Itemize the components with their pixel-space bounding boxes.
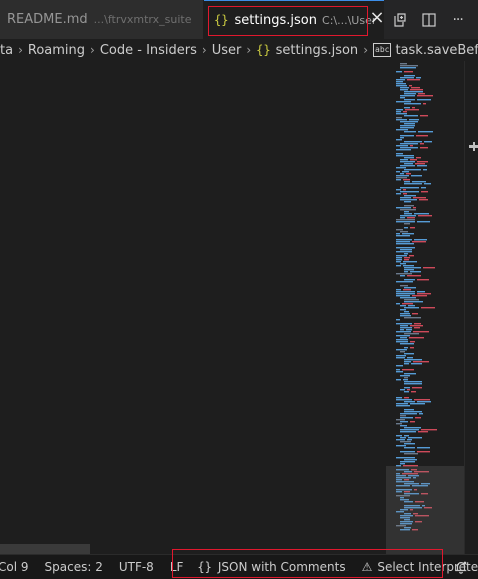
chevron-right-icon: › xyxy=(18,43,23,57)
status-indentation[interactable]: Spaces: 2 xyxy=(45,555,103,579)
editor-text-area[interactable] xyxy=(0,61,386,544)
chevron-right-icon: › xyxy=(246,43,252,57)
editor-tab-bar: README.md ...\ftrvxmtrx_suite {} setting… xyxy=(0,0,478,39)
status-encoding[interactable]: UTF-8 xyxy=(119,555,154,579)
editor-actions: ··· xyxy=(386,0,478,39)
notifications-bell-icon[interactable] xyxy=(452,558,470,576)
tab-settings-title: settings.json xyxy=(234,12,318,28)
cursor-position-marker xyxy=(473,142,475,151)
tab-readme-path: ...\ftrvxmtrx_suite xyxy=(93,13,192,26)
breadcrumb-symbol[interactable]: task.saveBeforeRun xyxy=(395,43,478,58)
vertical-scrollbar[interactable] xyxy=(464,61,478,554)
status-bar: Col 9 Spaces: 2 UTF-8 LF {} JSON with Co… xyxy=(0,554,478,579)
more-actions-icon[interactable]: ··· xyxy=(448,10,468,30)
chevron-right-icon: › xyxy=(363,43,368,57)
json-file-icon: {} xyxy=(256,43,271,57)
tab-settings-json[interactable]: {} settings.json C:\...\User xyxy=(204,0,384,39)
breadcrumb-item[interactable]: User xyxy=(212,43,242,58)
status-eol[interactable]: LF xyxy=(170,555,184,579)
horizontal-scrollbar[interactable] xyxy=(0,544,90,554)
warning-icon: ⚠ xyxy=(361,560,373,574)
breadcrumb-file[interactable]: settings.json xyxy=(276,43,359,58)
split-editor-icon[interactable] xyxy=(419,10,439,30)
status-language-mode[interactable]: {} JSON with Comments xyxy=(197,555,345,579)
json-file-icon: {} xyxy=(214,13,229,27)
json-file-icon: {} xyxy=(197,560,212,574)
breadcrumb-item[interactable]: ta xyxy=(0,43,13,58)
tab-readme[interactable]: README.md ...\ftrvxmtrx_suite xyxy=(0,0,204,39)
open-changes-icon[interactable] xyxy=(390,10,410,30)
chevron-right-icon: › xyxy=(90,43,95,57)
status-cursor-position[interactable]: Col 9 xyxy=(0,555,29,579)
breadcrumb-item[interactable]: Code - Insiders xyxy=(100,43,197,58)
tab-readme-title: README.md xyxy=(7,12,88,27)
close-icon[interactable]: × xyxy=(369,9,385,27)
breadcrumb: ta › Roaming › Code - Insiders › User › … xyxy=(0,39,478,61)
breadcrumb-item[interactable]: Roaming xyxy=(28,43,85,58)
string-symbol-icon: abc xyxy=(373,43,392,57)
chevron-right-icon: › xyxy=(201,43,207,57)
status-language-label: JSON with Comments xyxy=(217,560,346,574)
